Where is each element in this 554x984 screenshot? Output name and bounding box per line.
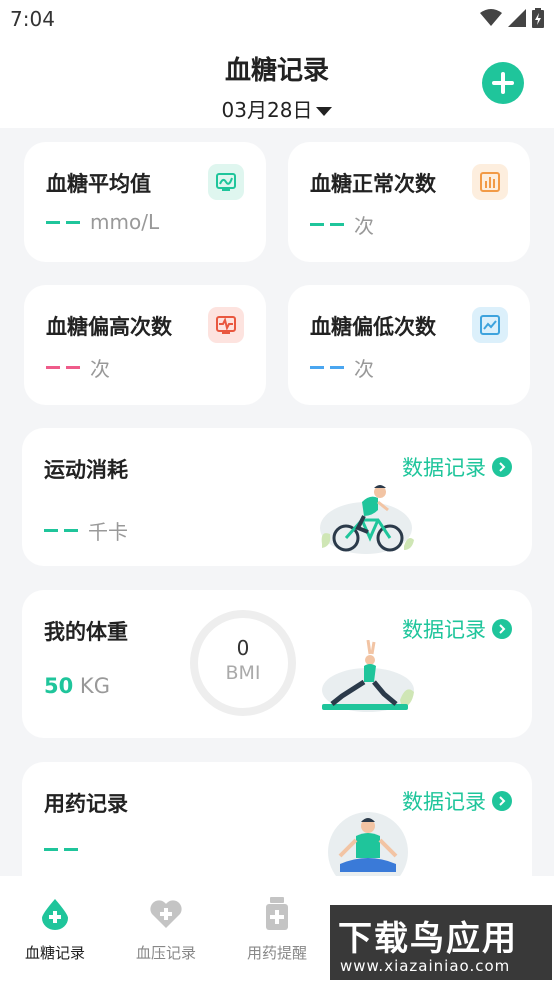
medication-data-record-link[interactable]: 数据记录 [402, 786, 512, 816]
medication-value [44, 848, 78, 851]
pill-bottle-icon [259, 896, 295, 932]
medication-title: 用药记录 [44, 792, 128, 816]
watermark-text: 下载鸟应用 [338, 919, 518, 959]
page-title: 血糖记录 [224, 56, 329, 86]
wifi-icon [480, 9, 502, 26]
weight-card[interactable]: 我的体重 数据记录 50 KG 0 BMI [22, 590, 532, 738]
stat-value: 次 [46, 353, 110, 382]
chevron-right-icon [492, 457, 512, 477]
stat-title: 血糖偏低次数 [310, 315, 436, 339]
stat-title: 血糖平均值 [46, 172, 151, 196]
exercise-unit: 千卡 [88, 520, 128, 544]
weight-data-record-link[interactable]: 数据记录 [402, 614, 512, 644]
line-chart-icon [472, 307, 508, 343]
watermark: 下载鸟应用 www.xiazainiao.com [330, 905, 552, 980]
pulse-icon [208, 307, 244, 343]
stat-card-high[interactable]: 血糖偏高次数 次 [24, 285, 266, 405]
bar-chart-icon [472, 164, 508, 200]
plus-icon [492, 72, 514, 94]
yoga-illustration [322, 640, 414, 712]
stat-unit: 次 [354, 357, 374, 381]
heart-plus-icon [148, 896, 184, 932]
header: 血糖记录 03月28日 [0, 38, 554, 128]
stat-value: 次 [310, 353, 374, 382]
watermark-url: www.xiazainiao.com [340, 957, 511, 975]
exercise-title: 运动消耗 [44, 458, 128, 482]
empty-value-dash [310, 223, 344, 226]
tab-blood-sugar[interactable]: 血糖记录 [0, 876, 110, 984]
date-selector[interactable]: 03月28日 [0, 94, 554, 123]
monitor-icon [208, 164, 244, 200]
stat-unit: mmo/L [90, 210, 160, 234]
empty-value-dash [44, 529, 78, 532]
stat-card-average[interactable]: 血糖平均值 mmo/L [24, 142, 266, 262]
stat-card-low[interactable]: 血糖偏低次数 次 [288, 285, 530, 405]
meditation-illustration [328, 812, 408, 876]
status-time: 7:04 [10, 7, 55, 31]
empty-value-dash [46, 220, 80, 224]
tab-label: 血压记录 [135, 944, 196, 962]
chevron-right-icon [492, 619, 512, 639]
weight-unit: KG [79, 674, 110, 698]
status-icons [480, 8, 544, 28]
stat-title: 血糖偏高次数 [46, 315, 172, 339]
weight-number: 50 [44, 674, 74, 698]
stat-unit: 次 [90, 357, 110, 381]
bmi-label: BMI [225, 662, 261, 684]
cyclist-illustration [320, 485, 414, 554]
weight-value: 50 KG [44, 674, 110, 698]
bmi-gauge: 0 BMI [190, 610, 296, 716]
tab-label: 血糖记录 [24, 944, 85, 962]
exercise-data-record-link[interactable]: 数据记录 [402, 452, 512, 482]
tab-blood-pressure[interactable]: 血压记录 [111, 876, 221, 984]
stat-unit: 次 [354, 214, 374, 238]
signal-icon [508, 9, 526, 27]
data-record-label: 数据记录 [402, 456, 486, 480]
drop-plus-icon [37, 896, 73, 932]
stat-value: mmo/L [46, 210, 159, 234]
weight-title: 我的体重 [44, 620, 128, 644]
tab-medication-reminder[interactable]: 用药提醒 [222, 876, 332, 984]
caret-down-icon [316, 107, 333, 116]
exercise-card[interactable]: 运动消耗 数据记录 千卡 [22, 428, 532, 566]
chevron-right-icon [492, 791, 512, 811]
stat-card-normal[interactable]: 血糖正常次数 次 [288, 142, 530, 262]
stat-title: 血糖正常次数 [310, 172, 436, 196]
battery-icon [532, 8, 544, 28]
empty-value-dash [44, 848, 78, 851]
empty-value-dash [310, 366, 344, 369]
add-record-button[interactable] [482, 62, 524, 104]
date-label: 03月28日 [221, 98, 313, 122]
bmi-value: 0 [236, 636, 250, 660]
tab-label: 用药提醒 [246, 944, 307, 962]
exercise-value: 千卡 [44, 516, 128, 545]
status-bar: 7:04 [0, 0, 554, 38]
stat-value: 次 [310, 210, 374, 239]
empty-value-dash [46, 366, 80, 369]
